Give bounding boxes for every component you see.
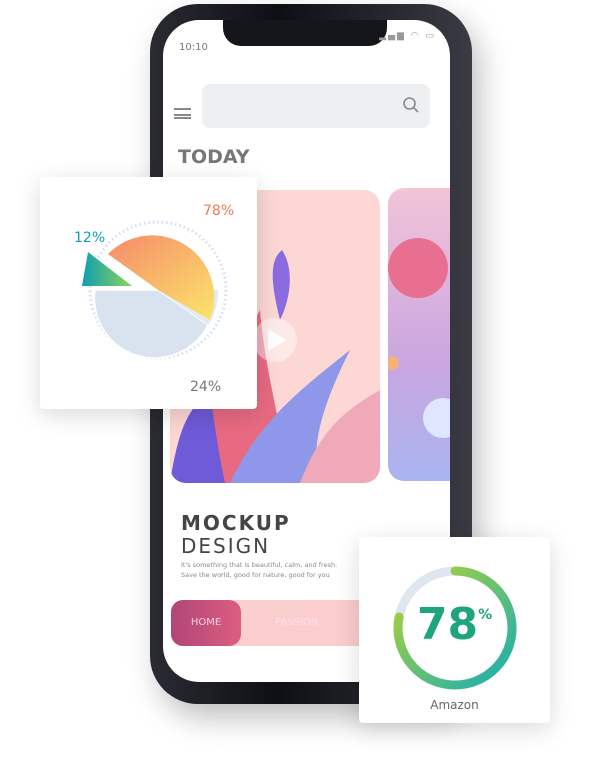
secondary-card[interactable]	[388, 188, 450, 481]
tab-home[interactable]: HOME	[171, 600, 241, 646]
hero-subtitle: It's something that is beautiful, calm, …	[181, 561, 338, 579]
space-illustration	[388, 238, 450, 438]
pie-chart-card: 78% 12% 24%	[40, 177, 257, 409]
tab-passion[interactable]: PASSION	[275, 600, 318, 646]
gauge-label: Amazon	[430, 698, 479, 712]
search-icon[interactable]	[402, 96, 420, 114]
status-time: 10:10	[179, 42, 208, 53]
search-input[interactable]	[202, 84, 430, 128]
label-24: 24%	[190, 379, 222, 395]
hero-title: MOCKUP DESIGN	[181, 511, 291, 558]
label-12: 12%	[74, 230, 106, 246]
status-icons: ▂▄▆ ◠ ▭	[379, 31, 436, 41]
label-78: 78%	[203, 203, 235, 219]
gauge-value: 78%	[416, 599, 493, 650]
notch	[223, 20, 387, 46]
menu-icon[interactable]	[174, 108, 191, 119]
section-title: TODAY	[178, 146, 250, 168]
gauge-card: 78% Amazon	[359, 537, 550, 723]
